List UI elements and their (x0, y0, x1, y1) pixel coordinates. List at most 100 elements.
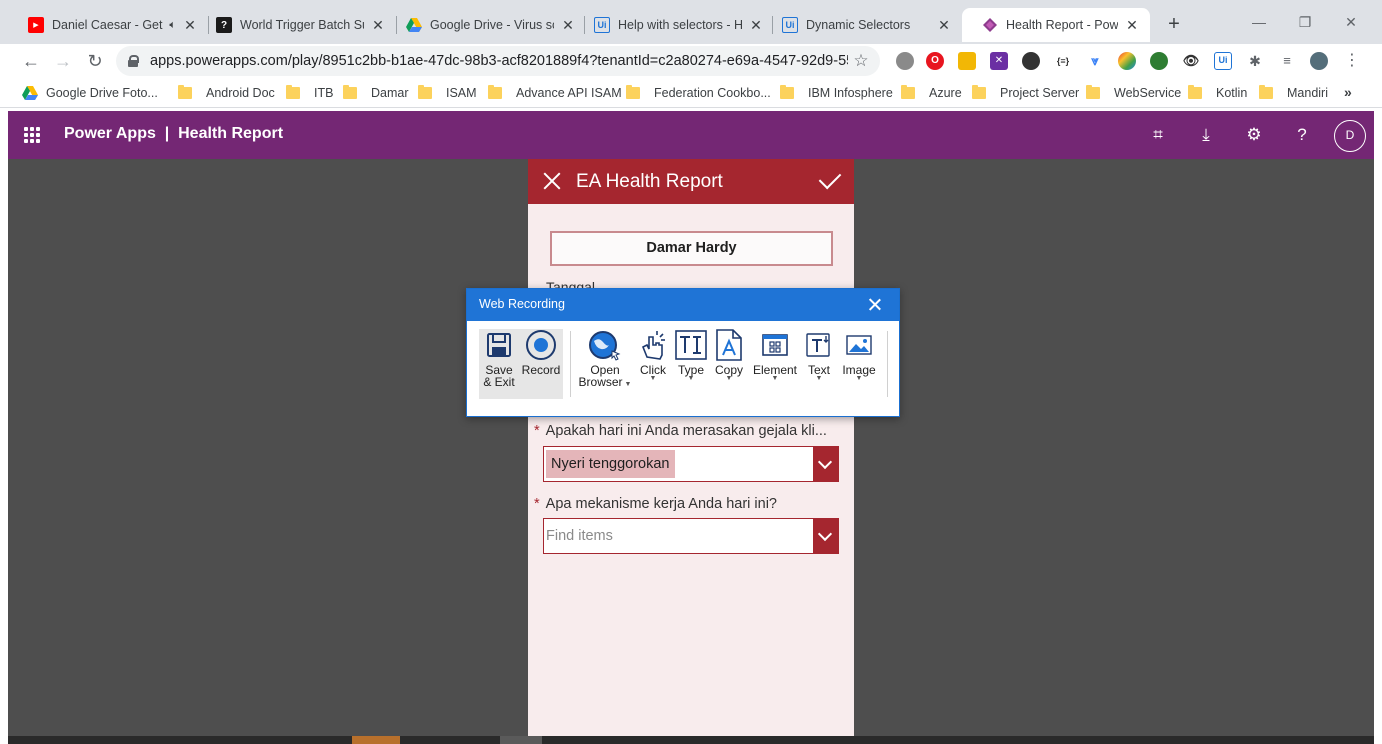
tab-title: Health Report - Power A (1006, 18, 1118, 32)
tab-health-report[interactable]: Health Report - Power A ✕ (962, 8, 1150, 42)
user-avatar[interactable]: D (1334, 120, 1366, 152)
tab-youtube[interactable]: ▶ Daniel Caesar - Get 🔈︎ ✕ (8, 8, 208, 42)
app-launcher-icon[interactable] (24, 127, 40, 143)
search-placeholder[interactable]: Find items (546, 522, 613, 550)
google-drive-icon (406, 17, 422, 33)
tab-world-trigger[interactable]: ? World Trigger Batch Sub ✕ (196, 8, 396, 42)
bookmark-label: ISAM (446, 86, 477, 100)
chevron-down-icon[interactable] (813, 519, 838, 553)
settings-gear-icon[interactable]: ⚙︎ (1242, 123, 1266, 147)
help-icon[interactable]: ? (1290, 123, 1314, 147)
profile-avatar[interactable] (1310, 52, 1328, 70)
selected-item-chip[interactable]: Nyeri tenggorokan (546, 450, 675, 478)
work-mechanism-combobox[interactable]: Find items (543, 518, 839, 554)
bookmark-folder[interactable]: Mandiri (1259, 83, 1328, 103)
bookmark-folder[interactable]: Kotlin (1188, 83, 1247, 103)
text-button[interactable]: Text ▼ (803, 329, 835, 399)
bookmark-folder[interactable]: Advance API ISAM (488, 83, 622, 103)
image-button[interactable]: Image ▼ (839, 329, 879, 399)
forward-button[interactable]: → (50, 48, 76, 74)
tab-google-drive[interactable]: Google Drive - Virus sca ✕ (386, 8, 586, 42)
chrome-menu-icon[interactable]: ⋮ (1344, 50, 1360, 72)
close-icon[interactable]: ✕ (1124, 17, 1140, 34)
close-icon[interactable] (540, 169, 564, 193)
bookmark-folder[interactable]: Damar (343, 83, 409, 103)
bookmark-star-icon[interactable]: ☆ (848, 51, 874, 71)
uipath-extension-icon[interactable]: Ui (1214, 52, 1232, 70)
web-recording-titlebar[interactable]: Web Recording (467, 289, 899, 321)
bookmark-item[interactable]: Google Drive Foto... (22, 83, 158, 103)
record-button[interactable]: Record (519, 329, 563, 399)
folder-icon (626, 85, 640, 99)
fit-to-window-icon[interactable]: ⌗ (1146, 123, 1170, 147)
close-icon[interactable]: ✕ (370, 17, 386, 34)
opera-extension-icon[interactable]: O (926, 52, 944, 70)
uipath-icon: Ui (782, 17, 798, 33)
extension-icon[interactable] (1118, 52, 1136, 70)
minimize-button[interactable]: — (1236, 10, 1282, 34)
json-extension-icon[interactable]: {≡} (1054, 52, 1072, 70)
save-exit-button[interactable]: Save & Exit (479, 329, 519, 399)
symptoms-combobox[interactable]: Nyeri tenggorokan (543, 446, 839, 482)
extension-icon[interactable] (958, 52, 976, 70)
download-icon[interactable]: ⤓ (1194, 123, 1218, 147)
bookmark-label: IBM Infosphere (808, 86, 893, 100)
bookmark-folder[interactable]: ITB (286, 83, 333, 103)
tab-title: Help with selectors - He (618, 18, 742, 32)
work-mechanism-question-label: * Apa mekanisme kerja Anda hari ini? (534, 496, 777, 512)
taskbar-item[interactable] (352, 736, 400, 744)
bookmark-folder[interactable]: Federation Cookbo... (626, 83, 771, 103)
tab-title: World Trigger Batch Sub (240, 18, 364, 32)
bookmark-folder[interactable]: Android Doc (178, 83, 275, 103)
bookmark-folder[interactable]: Project Server (972, 83, 1079, 103)
health-report-form: EA Health Report Damar Hardy Tanggal * Ap… (528, 159, 854, 736)
tab-dynamic-selectors[interactable]: Ui Dynamic Selectors ✕ (762, 8, 962, 42)
new-tab-button[interactable]: + (1162, 12, 1186, 36)
bookmarks-bar: Google Drive Foto... Android Doc ITB Dam… (0, 78, 1382, 108)
puzzle-icon[interactable]: ✱ (1246, 52, 1264, 70)
audio-icon[interactable]: 🔈︎ (169, 19, 176, 32)
open-browser-button[interactable]: Open Browser ▼ (577, 329, 633, 399)
tool-label: Record (521, 363, 561, 377)
close-icon[interactable] (867, 297, 883, 313)
lock-icon (128, 55, 139, 67)
folder-icon (780, 85, 794, 99)
type-button[interactable]: Type ▼ (673, 329, 709, 399)
taskbar-item[interactable] (500, 736, 542, 744)
extension-icon[interactable] (896, 52, 914, 70)
close-icon[interactable]: ✕ (936, 17, 952, 34)
tab-help-selectors[interactable]: Ui Help with selectors - He ✕ (574, 8, 774, 42)
question-text: Apakah hari ini Anda merasakan gejala kl… (545, 423, 827, 439)
back-button[interactable]: ← (18, 48, 44, 74)
copy-button[interactable]: Copy ▼ (711, 329, 747, 399)
restore-button[interactable]: ❐ (1282, 10, 1328, 34)
extension-icon[interactable]: 👁︎ (1182, 52, 1200, 70)
employee-name-field[interactable]: Damar Hardy (550, 231, 833, 266)
url-text[interactable]: apps.powerapps.com/play/8951c2bb-b1ae-47… (150, 53, 848, 69)
bookmark-folder[interactable]: WebService (1086, 83, 1181, 103)
bookmark-folder[interactable]: Azure (901, 83, 962, 103)
submit-checkmark-icon[interactable] (818, 166, 842, 190)
folder-icon (418, 85, 432, 99)
tool-label-with-caret: Browser ▼ (577, 376, 633, 388)
google-drive-icon (22, 86, 38, 100)
bookmark-label: Mandiri (1287, 86, 1328, 100)
reload-button[interactable]: ↻ (82, 48, 108, 74)
bookmark-folder[interactable]: ISAM (418, 83, 477, 103)
bookmark-label: WebService (1114, 86, 1182, 100)
window-close-button[interactable]: ✕ (1328, 10, 1374, 34)
chevron-down-icon[interactable] (813, 447, 838, 481)
extension-icon[interactable] (1022, 52, 1040, 70)
more-bookmarks-icon[interactable]: » (1344, 84, 1352, 100)
extension-icon[interactable]: ⩔ (1086, 52, 1104, 70)
bookmark-folder[interactable]: IBM Infosphere (780, 83, 893, 103)
toolbar-separator (570, 331, 571, 397)
click-button[interactable]: Click ▼ (633, 329, 673, 399)
extension-icon[interactable]: ✕ (990, 52, 1008, 70)
media-control-icon[interactable]: ≡ (1278, 52, 1296, 70)
element-button[interactable]: Element ▼ (751, 329, 799, 399)
extension-icon[interactable] (1150, 52, 1168, 70)
type-icon (673, 329, 709, 361)
address-bar[interactable]: apps.powerapps.com/play/8951c2bb-b1ae-47… (116, 46, 880, 76)
powerapps-icon (982, 17, 998, 33)
